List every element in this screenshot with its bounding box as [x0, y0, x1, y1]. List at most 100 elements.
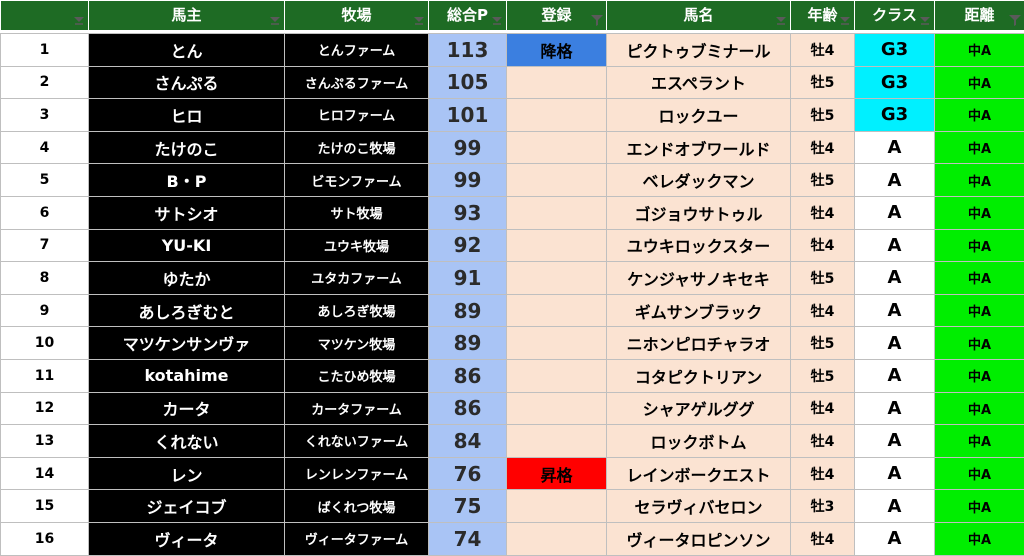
cell-registration[interactable] [507, 262, 607, 295]
table-row[interactable]: 7YU-KIユウキ牧場92ユウキロックスター牡4A中A [1, 229, 1024, 262]
cell-distance[interactable]: 中A [935, 229, 1024, 262]
cell-points[interactable]: 91 [429, 262, 507, 295]
cell-owner[interactable]: あしろぎむと [89, 294, 285, 327]
cell-horse-name[interactable]: レインボークエスト [607, 457, 791, 490]
cell-distance[interactable]: 中A [935, 196, 1024, 229]
cell-distance[interactable]: 中A [935, 359, 1024, 392]
cell-horse-name[interactable]: ユウキロックスター [607, 229, 791, 262]
cell-rank[interactable]: 11 [1, 359, 89, 392]
cell-farm[interactable]: サト牧場 [285, 196, 429, 229]
cell-class[interactable]: G3 [855, 66, 935, 99]
cell-points[interactable]: 86 [429, 359, 507, 392]
cell-age[interactable]: 牡4 [791, 34, 855, 67]
cell-owner[interactable]: たけのこ [89, 131, 285, 164]
cell-farm[interactable]: ヴィータファーム [285, 522, 429, 555]
cell-distance[interactable]: 中A [935, 327, 1024, 360]
cell-horse-name[interactable]: エンドオブワールド [607, 131, 791, 164]
cell-class[interactable]: A [855, 392, 935, 425]
table-row[interactable]: 12カータカータファーム86シャアゲルググ牡4A中A [1, 392, 1024, 425]
filter-dropdown-icon[interactable] [490, 13, 504, 27]
cell-farm[interactable]: ユウキ牧場 [285, 229, 429, 262]
cell-distance[interactable]: 中A [935, 131, 1024, 164]
cell-registration[interactable] [507, 294, 607, 327]
cell-owner[interactable]: ゆたか [89, 262, 285, 295]
cell-horse-name[interactable]: ゴジョウサトゥル [607, 196, 791, 229]
cell-class[interactable]: A [855, 359, 935, 392]
cell-distance[interactable]: 中A [935, 164, 1024, 197]
cell-rank[interactable]: 12 [1, 392, 89, 425]
cell-age[interactable]: 牡4 [791, 131, 855, 164]
cell-class[interactable]: A [855, 229, 935, 262]
cell-horse-name[interactable]: ロックボトム [607, 425, 791, 458]
cell-age[interactable]: 牡4 [791, 457, 855, 490]
cell-points[interactable]: 86 [429, 392, 507, 425]
cell-rank[interactable]: 8 [1, 262, 89, 295]
cell-distance[interactable]: 中A [935, 425, 1024, 458]
cell-points[interactable]: 75 [429, 490, 507, 523]
cell-points[interactable]: 89 [429, 327, 507, 360]
cell-class[interactable]: A [855, 522, 935, 555]
cell-points[interactable]: 113 [429, 34, 507, 67]
cell-owner[interactable]: ジェイコブ [89, 490, 285, 523]
cell-rank[interactable]: 16 [1, 522, 89, 555]
cell-age[interactable]: 牡5 [791, 327, 855, 360]
cell-horse-name[interactable]: エスペラント [607, 66, 791, 99]
cell-class[interactable]: G3 [855, 99, 935, 132]
cell-points[interactable]: 99 [429, 131, 507, 164]
cell-farm[interactable]: ばくれつ牧場 [285, 490, 429, 523]
cell-registration[interactable] [507, 392, 607, 425]
table-row[interactable]: 2さんぷるさんぷるファーム105エスペラント牡5G3中A [1, 66, 1024, 99]
cell-age[interactable]: 牡5 [791, 262, 855, 295]
cell-horse-name[interactable]: ベレダックマン [607, 164, 791, 197]
cell-rank[interactable]: 5 [1, 164, 89, 197]
cell-distance[interactable]: 中A [935, 457, 1024, 490]
table-row[interactable]: 9あしろぎむとあしろぎ牧場89ギムサンブラック牡4A中A [1, 294, 1024, 327]
cell-farm[interactable]: カータファーム [285, 392, 429, 425]
cell-owner[interactable]: ヒロ [89, 99, 285, 132]
cell-points[interactable]: 93 [429, 196, 507, 229]
cell-horse-name[interactable]: ギムサンブラック [607, 294, 791, 327]
cell-registration[interactable] [507, 229, 607, 262]
cell-age[interactable]: 牡3 [791, 490, 855, 523]
cell-registration[interactable] [507, 522, 607, 555]
cell-class[interactable]: A [855, 131, 935, 164]
cell-horse-name[interactable]: ロックユー [607, 99, 791, 132]
table-row[interactable]: 16ヴィータヴィータファーム74ヴィータロピンソン牡4A中A [1, 522, 1024, 555]
cell-class[interactable]: A [855, 294, 935, 327]
cell-owner[interactable]: ヴィータ [89, 522, 285, 555]
filter-dropdown-icon[interactable] [918, 13, 932, 27]
cell-owner[interactable]: レン [89, 457, 285, 490]
cell-points[interactable]: 105 [429, 66, 507, 99]
cell-farm[interactable]: あしろぎ牧場 [285, 294, 429, 327]
table-row[interactable]: 5B・Pビモンファーム99ベレダックマン牡5A中A [1, 164, 1024, 197]
filter-dropdown-icon[interactable] [774, 13, 788, 27]
cell-distance[interactable]: 中A [935, 392, 1024, 425]
cell-registration[interactable] [507, 359, 607, 392]
cell-owner[interactable]: kotahime [89, 359, 285, 392]
table-row[interactable]: 4たけのこたけのこ牧場99エンドオブワールド牡4A中A [1, 131, 1024, 164]
cell-rank[interactable]: 3 [1, 99, 89, 132]
cell-age[interactable]: 牡5 [791, 66, 855, 99]
cell-age[interactable]: 牡4 [791, 522, 855, 555]
cell-owner[interactable]: サトシオ [89, 196, 285, 229]
cell-points[interactable]: 74 [429, 522, 507, 555]
cell-farm[interactable]: ヒロファーム [285, 99, 429, 132]
filter-dropdown-icon[interactable] [412, 13, 426, 27]
cell-owner[interactable]: YU-KI [89, 229, 285, 262]
table-row[interactable]: 14レンレンレンファーム76昇格レインボークエスト牡4A中A [1, 457, 1024, 490]
cell-registration[interactable] [507, 99, 607, 132]
cell-farm[interactable]: くれないファーム [285, 425, 429, 458]
cell-farm[interactable]: さんぷるファーム [285, 66, 429, 99]
table-row[interactable]: 11kotahimeこたひめ牧場86コタピクトリアン牡5A中A [1, 359, 1024, 392]
cell-distance[interactable]: 中A [935, 66, 1024, 99]
cell-age[interactable]: 牡5 [791, 99, 855, 132]
cell-rank[interactable]: 14 [1, 457, 89, 490]
cell-farm[interactable]: ユタカファーム [285, 262, 429, 295]
cell-distance[interactable]: 中A [935, 490, 1024, 523]
cell-points[interactable]: 89 [429, 294, 507, 327]
cell-registration[interactable] [507, 164, 607, 197]
cell-rank[interactable]: 7 [1, 229, 89, 262]
table-row[interactable]: 10マツケンサンヴァマツケン牧場89ニホンピロチャラオ牡5A中A [1, 327, 1024, 360]
cell-registration[interactable] [507, 131, 607, 164]
cell-class[interactable]: A [855, 327, 935, 360]
